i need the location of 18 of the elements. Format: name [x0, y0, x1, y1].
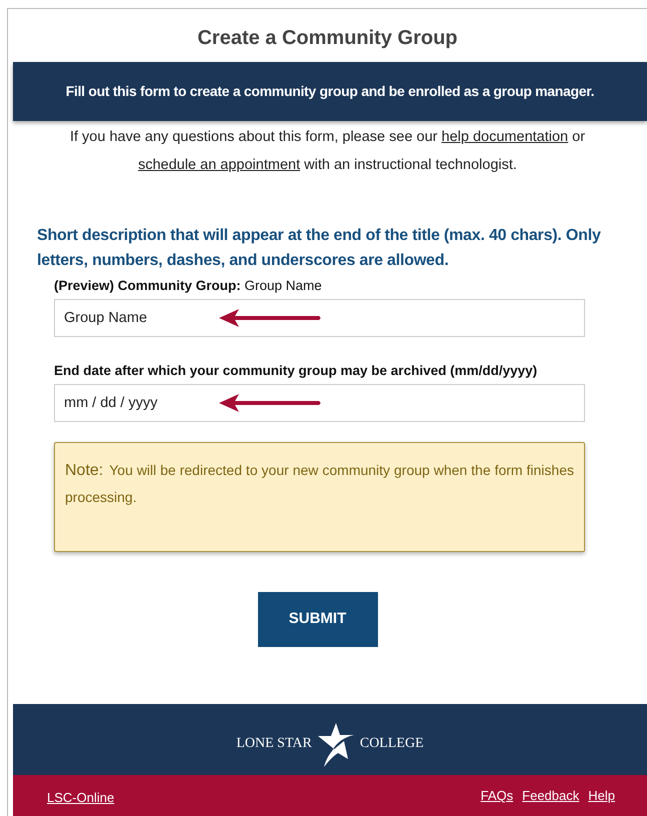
field-label: (Preview) Community Group: Group Name	[54, 277, 323, 295]
text-link[interactable]: schedule an appointment	[138, 157, 300, 173]
logo-text: LONE STAR	[236, 735, 312, 753]
footer-link[interactable]: Help	[588, 786, 615, 806]
page-title: Create a Community Group	[196, 26, 459, 51]
field-label: End date after which your community group may be archived (mm/dd/yyyy)	[54, 362, 538, 380]
text-input[interactable]: mm / dd / yyyy	[54, 384, 585, 422]
section-heading: Short description that will appear at the end of the title (max. 40 chars). Only letters, numbers, dashes, and underscores are allowed.	[37, 226, 602, 271]
text-link[interactable]: help documentation	[442, 129, 568, 145]
submit-button[interactable]: SUBMIT	[258, 592, 378, 647]
footer-link[interactable]: LSC-Online	[47, 788, 114, 808]
text-input[interactable]: Group Name	[54, 299, 585, 337]
intro-text: If you have any questions about this form, please see our help documentation or schedule an appointment with an instructional technologist.	[68, 128, 586, 175]
footer-link[interactable]: Feedback	[522, 786, 580, 806]
note-text: Note: You will be redirected to your new community group when the form finishes processing.	[65, 461, 574, 507]
footer-link[interactable]: FAQs	[480, 786, 514, 806]
banner-text: Fill out this form to create a community group and be enrolled as a group manager.	[66, 82, 594, 101]
logo-text: COLLEGE	[360, 735, 424, 753]
